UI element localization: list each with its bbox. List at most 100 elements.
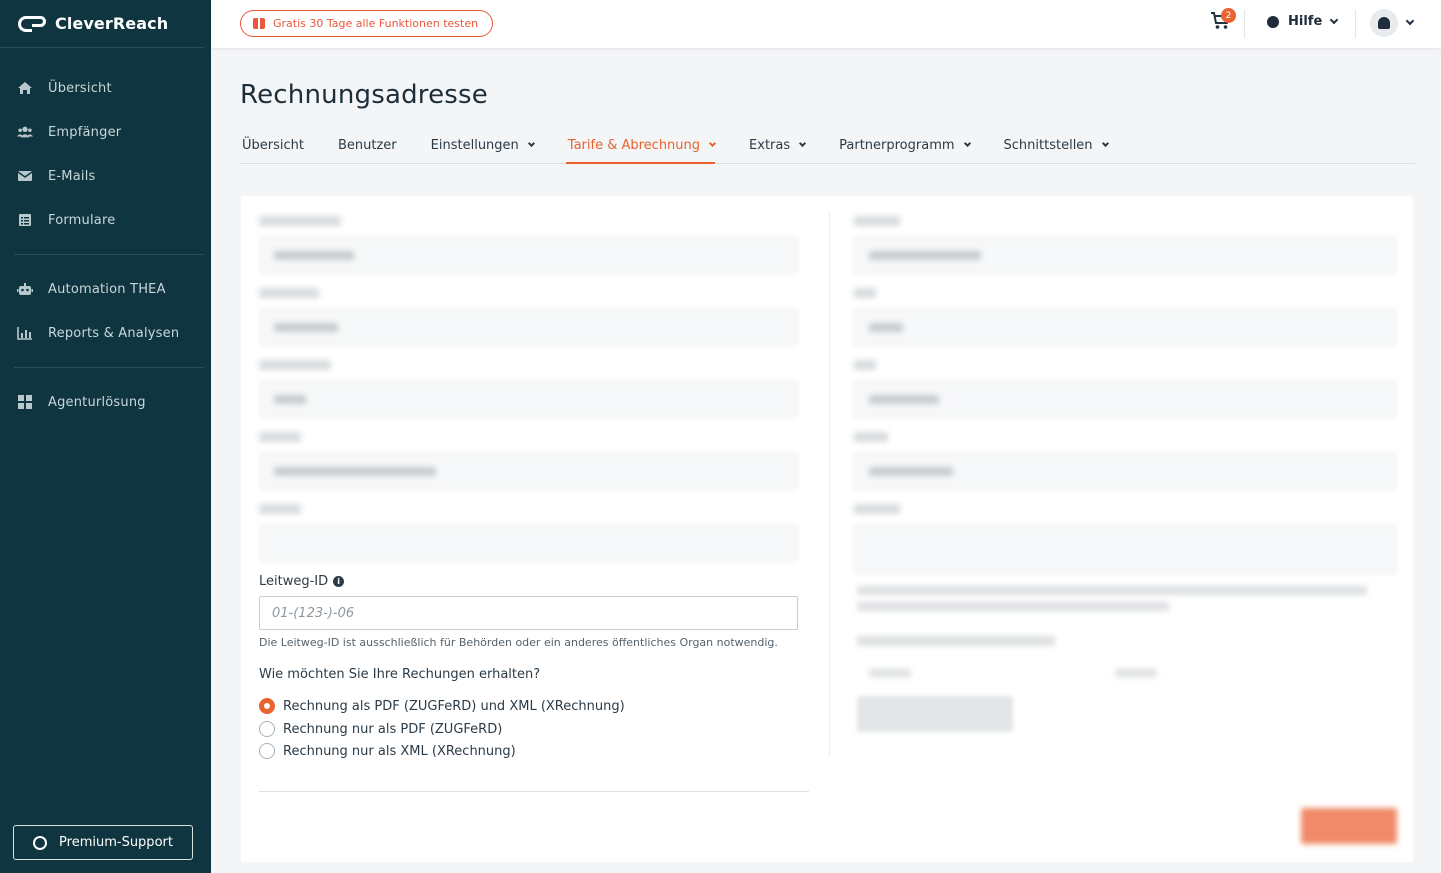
sidebar-item-label: Automation THEA bbox=[48, 281, 166, 297]
sidebar-item-agentur[interactable]: Agenturlösung bbox=[0, 380, 204, 424]
sidebar: CleverReach Übersicht Empfänger E-Mails … bbox=[0, 0, 211, 873]
blurred-field[interactable] bbox=[854, 360, 1397, 418]
blurred-text bbox=[869, 669, 911, 677]
logo-icon bbox=[18, 14, 48, 34]
tab-benutzer[interactable]: Benutzer bbox=[336, 134, 397, 164]
help-menu[interactable]: Hilfe bbox=[1267, 14, 1339, 29]
sidebar-item-reports[interactable]: Reports & Analysen bbox=[0, 311, 204, 355]
blurred-label bbox=[854, 288, 876, 298]
sidebar-item-automation[interactable]: Automation THEA bbox=[0, 267, 204, 311]
leitweg-label: Leitweg-ID i bbox=[259, 574, 345, 589]
headset-icon bbox=[33, 835, 48, 850]
blurred-label bbox=[259, 432, 301, 442]
sidebar-item-formulare[interactable]: Formulare bbox=[0, 198, 204, 242]
nav-divider bbox=[14, 254, 204, 255]
blurred-input[interactable] bbox=[259, 236, 798, 274]
cart-badge: 2 bbox=[1221, 8, 1236, 23]
topbar-divider bbox=[1244, 10, 1245, 38]
home-icon bbox=[17, 81, 33, 95]
tab-label: Benutzer bbox=[337, 138, 397, 153]
settings-tabs: Übersicht Benutzer Einstellungen Tarife … bbox=[240, 134, 1415, 164]
blurred-text bbox=[857, 586, 1367, 595]
grid-icon bbox=[17, 395, 33, 409]
billing-address-form: Leitweg-ID i Die Leitweg-ID ist ausschli… bbox=[241, 196, 1413, 862]
form-divider bbox=[259, 791, 809, 792]
sidebar-item-emails[interactable]: E-Mails bbox=[0, 154, 204, 198]
delivery-question: Wie möchten Sie Ihre Rechungen erhalten? bbox=[259, 667, 541, 682]
user-icon bbox=[1378, 17, 1390, 29]
blurred-field[interactable] bbox=[259, 504, 798, 562]
blurred-button[interactable] bbox=[857, 696, 1013, 732]
chevron-down-icon bbox=[1405, 16, 1415, 26]
radio-unselected[interactable] bbox=[259, 721, 275, 737]
tab-label: Übersicht bbox=[242, 138, 304, 153]
chevron-down-icon bbox=[527, 139, 535, 148]
leitweg-input[interactable] bbox=[259, 596, 798, 630]
sidebar-item-label: E-Mails bbox=[48, 168, 96, 184]
info-icon[interactable]: i bbox=[333, 576, 345, 587]
tab-schnittstellen[interactable]: Schnittstellen bbox=[1002, 134, 1109, 164]
tab-extras[interactable]: Extras bbox=[747, 134, 807, 164]
cart-button[interactable]: 2 bbox=[1211, 8, 1236, 34]
avatar bbox=[1370, 9, 1398, 37]
blurred-input[interactable] bbox=[854, 380, 1397, 418]
gift-icon bbox=[253, 18, 265, 29]
blurred-field[interactable] bbox=[259, 432, 798, 490]
blurred-input[interactable] bbox=[854, 308, 1397, 346]
blurred-input[interactable] bbox=[854, 452, 1397, 490]
save-button[interactable] bbox=[1301, 808, 1397, 844]
user-menu[interactable] bbox=[1370, 9, 1415, 37]
blurred-label bbox=[259, 216, 341, 226]
delivery-option-pdf-xml[interactable]: Rechnung als PDF (ZUGFeRD) und XML (XRec… bbox=[259, 698, 625, 714]
sidebar-item-label: Formulare bbox=[48, 212, 116, 228]
mail-icon bbox=[17, 169, 33, 183]
blurred-input[interactable] bbox=[259, 452, 798, 490]
tab-partnerprogramm[interactable]: Partnerprogramm bbox=[837, 134, 971, 164]
blurred-input[interactable] bbox=[854, 236, 1397, 274]
sidebar-item-uebersicht[interactable]: Übersicht bbox=[0, 66, 204, 110]
users-icon bbox=[17, 125, 33, 139]
blurred-field[interactable] bbox=[854, 504, 1397, 574]
tab-label: Schnittstellen bbox=[1003, 138, 1093, 153]
tab-uebersicht[interactable]: Übersicht bbox=[240, 134, 304, 164]
radio-unselected[interactable] bbox=[259, 743, 275, 759]
blurred-field[interactable] bbox=[259, 216, 798, 274]
blurred-field[interactable] bbox=[854, 288, 1397, 346]
tab-tarife-abrechnung[interactable]: Tarife & Abrechnung bbox=[565, 134, 717, 164]
blurred-field[interactable] bbox=[854, 216, 1397, 274]
delivery-option-label: Rechnung als PDF (ZUGFeRD) und XML (XRec… bbox=[283, 698, 625, 714]
sidebar-item-label: Agenturlösung bbox=[48, 394, 146, 410]
main-nav: Übersicht Empfänger E-Mails Formulare Au… bbox=[0, 48, 211, 430]
tab-einstellungen[interactable]: Einstellungen bbox=[429, 134, 535, 164]
delivery-option-xml[interactable]: Rechnung nur als XML (XRechnung) bbox=[259, 743, 516, 759]
nav-divider bbox=[14, 367, 204, 368]
blurred-field[interactable] bbox=[854, 432, 1397, 490]
trial-button[interactable]: Gratis 30 Tage alle Funktionen testen bbox=[240, 10, 494, 37]
blurred-label bbox=[854, 360, 876, 370]
blurred-field[interactable] bbox=[259, 288, 798, 346]
blurred-label bbox=[854, 432, 888, 442]
brand-logo[interactable]: CleverReach bbox=[0, 0, 204, 48]
blurred-label bbox=[259, 288, 319, 298]
premium-support-button[interactable]: Premium-Support bbox=[13, 825, 193, 860]
sidebar-item-label: Empfänger bbox=[48, 124, 122, 140]
blurred-textarea[interactable] bbox=[854, 524, 1397, 574]
leitweg-label-text: Leitweg-ID bbox=[259, 574, 329, 589]
delivery-option-pdf[interactable]: Rechnung nur als PDF (ZUGFeRD) bbox=[259, 721, 502, 737]
sidebar-item-empfaenger[interactable]: Empfänger bbox=[0, 110, 204, 154]
radio-selected[interactable] bbox=[259, 698, 275, 714]
tab-label: Tarife & Abrechnung bbox=[567, 138, 701, 153]
form-icon bbox=[17, 213, 33, 227]
blurred-input[interactable] bbox=[259, 308, 798, 346]
brand-name: CleverReach bbox=[55, 14, 169, 33]
blurred-input[interactable] bbox=[259, 380, 798, 418]
help-label: Hilfe bbox=[1288, 14, 1323, 29]
blurred-text bbox=[857, 636, 1055, 646]
blurred-input[interactable] bbox=[259, 524, 798, 562]
leitweg-hint: Die Leitweg-ID ist ausschließlich für Be… bbox=[259, 636, 778, 649]
chevron-down-icon bbox=[1330, 15, 1339, 24]
chevron-down-icon bbox=[708, 139, 717, 148]
blurred-label bbox=[854, 216, 900, 226]
sidebar-item-label: Übersicht bbox=[48, 80, 112, 96]
blurred-field[interactable] bbox=[259, 360, 798, 418]
